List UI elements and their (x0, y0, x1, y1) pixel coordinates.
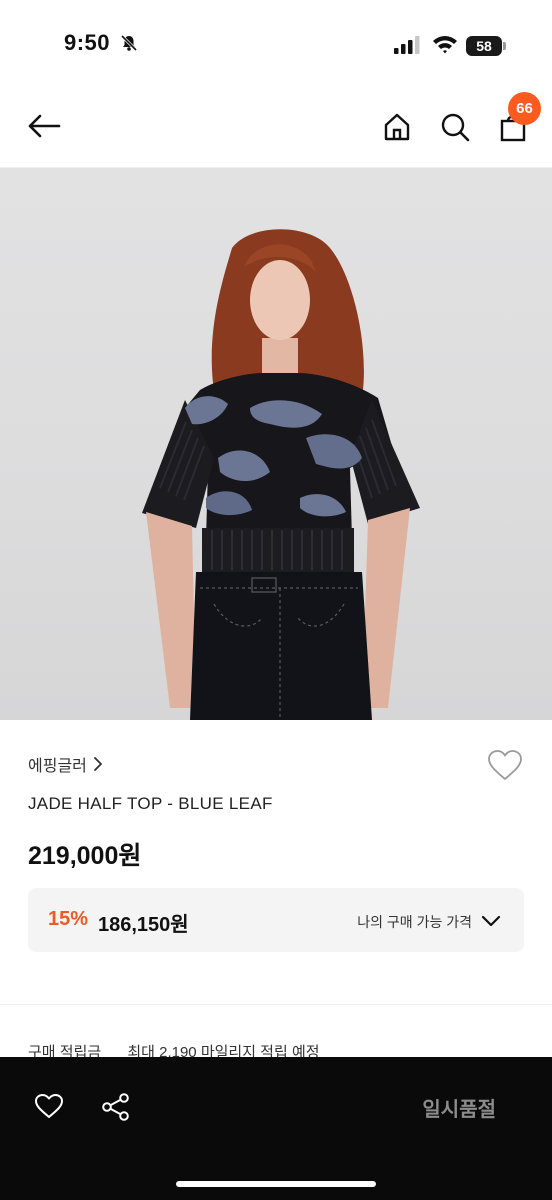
brand-name: 에핑글러 (28, 758, 87, 775)
soldout-button[interactable]: 일시품절 (422, 1093, 496, 1122)
status-bar: 9:50 58 (0, 0, 552, 84)
my-price-box[interactable]: 15% 186,150원 나의 구매 가능 가격 (28, 888, 524, 952)
my-price-label: 나의 구매 가능 가격 (357, 914, 472, 930)
product-image[interactable] (0, 168, 552, 720)
product-name: JADE HALF TOP - BLUE LEAF (28, 794, 273, 813)
status-time: 9:50 (64, 30, 111, 55)
home-icon (384, 113, 410, 141)
chevron-down-icon[interactable] (480, 910, 502, 932)
discount-rate: 15% (48, 908, 89, 930)
cart-count-badge: 66 (508, 92, 541, 125)
arrow-left-icon (28, 114, 61, 138)
home-indicator (176, 1181, 376, 1187)
wifi-icon (432, 34, 458, 59)
wishlist-button[interactable] (486, 746, 524, 784)
bottom-wishlist-button[interactable] (30, 1087, 68, 1125)
signal-icon (394, 36, 422, 59)
back-button[interactable] (24, 108, 64, 144)
share-button[interactable] (96, 1087, 136, 1127)
heart-icon (35, 1094, 63, 1118)
product-price: 219,000원 (28, 842, 142, 870)
bell-slash-icon (120, 34, 138, 52)
brand-link[interactable]: 에핑글러 (28, 752, 103, 776)
battery-icon: 58 (466, 36, 502, 56)
search-button[interactable] (436, 108, 474, 146)
heart-outline-icon (488, 750, 522, 780)
battery-cap (503, 42, 506, 50)
top-nav: 66 (0, 84, 552, 168)
section-divider (0, 1004, 552, 1005)
share-icon (102, 1093, 129, 1121)
chevron-right-icon (93, 757, 102, 771)
discount-price: 186,150원 (98, 914, 189, 936)
bottom-action-bar: 일시품절 (0, 1057, 552, 1200)
product-photo (142, 229, 420, 720)
search-icon (441, 113, 470, 142)
home-button[interactable] (378, 108, 416, 146)
